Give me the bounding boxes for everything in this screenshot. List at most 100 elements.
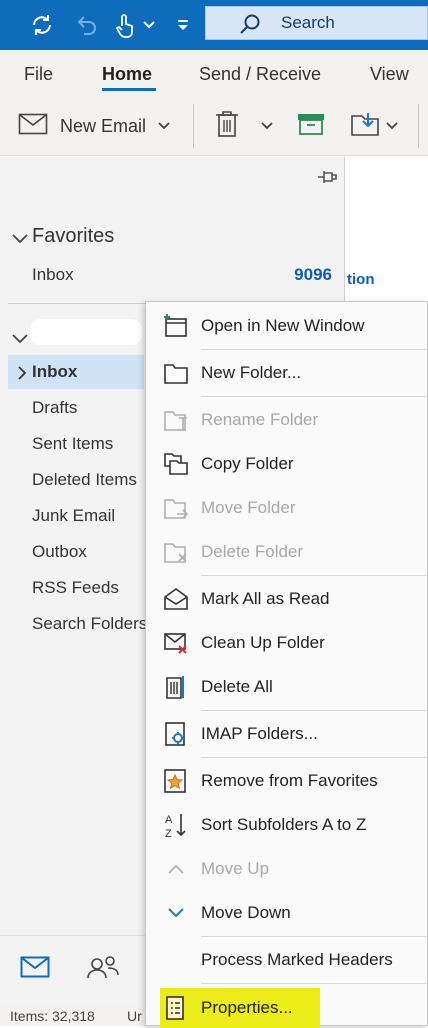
tab-home[interactable]: Home [102, 64, 152, 85]
folder-drafts[interactable]: Drafts [32, 398, 77, 418]
folder-inbox[interactable]: Inbox [32, 362, 77, 382]
properties-icon [162, 994, 190, 1022]
mail-icon[interactable] [20, 956, 50, 983]
menu-sort-subfolders[interactable]: AZ Sort Subfolders A to Z [146, 805, 428, 845]
active-tab-indicator [102, 88, 156, 91]
svg-text:Z: Z [165, 828, 172, 839]
menu-label: Properties... [201, 998, 293, 1017]
folder-search-folders[interactable]: Search Folders [32, 614, 147, 634]
menu-clean-up-folder[interactable]: Clean Up Folder [146, 623, 428, 663]
new-email-button[interactable]: New Email [18, 110, 170, 142]
menu-label: Open in New Window [201, 316, 365, 335]
menu-separator [201, 575, 428, 576]
folder-outbox[interactable]: Outbox [32, 542, 87, 562]
search-label: Search [281, 13, 335, 32]
chevron-down-icon [162, 899, 190, 927]
open-new-window-icon [162, 312, 190, 340]
move-button[interactable] [350, 110, 398, 142]
menu-label: IMAP Folders... [201, 724, 318, 743]
favorites-header[interactable]: Favorites [32, 225, 114, 248]
menu-label: Delete All [201, 677, 273, 696]
delete-all-icon [162, 673, 190, 701]
move-folder-icon [162, 494, 190, 522]
menu-label: Move Up [201, 859, 270, 878]
menu-separator [201, 349, 428, 350]
trash-icon [214, 109, 240, 144]
archive-icon [296, 112, 326, 141]
chevron-down-icon[interactable] [158, 117, 170, 135]
menu-copy-folder[interactable]: Copy Folder [146, 444, 428, 484]
menu-separator [201, 936, 428, 937]
folder-context-menu: Open in New Window New Folder... Rename … [145, 301, 428, 1028]
menu-open-in-new-window[interactable]: Open in New Window [146, 306, 428, 346]
menu-rename-folder[interactable]: Rename Folder [146, 400, 428, 440]
ribbon-tabs: File Home Send / Receive View [0, 50, 428, 96]
new-folder-icon [162, 359, 190, 387]
mark-read-icon [162, 585, 190, 613]
folder-rss-feeds[interactable]: RSS Feeds [32, 578, 119, 598]
menu-separator [201, 757, 428, 758]
chevron-up-icon [162, 855, 190, 883]
unread-status: Ur [127, 1008, 142, 1024]
delete-button[interactable] [214, 110, 240, 142]
tab-send-receive[interactable]: Send / Receive [199, 64, 321, 85]
menu-move-down[interactable]: Move Down [146, 893, 428, 933]
search-icon [238, 13, 262, 42]
chevron-down-icon[interactable] [386, 117, 398, 135]
tab-view[interactable]: View [370, 64, 409, 85]
menu-process-marked-headers[interactable]: Process Marked Headers [146, 940, 428, 980]
chevron-right-icon[interactable] [17, 366, 27, 385]
folder-sent-items[interactable]: Sent Items [32, 434, 113, 454]
chevron-down-icon[interactable] [261, 110, 273, 142]
pin-icon[interactable] [316, 167, 338, 192]
favorites-inbox[interactable]: Inbox [32, 265, 74, 285]
chevron-down-icon[interactable] [12, 231, 28, 249]
delete-folder-icon [162, 538, 190, 566]
folder-junk-email[interactable]: Junk Email [32, 506, 115, 526]
touch-mode-icon[interactable] [112, 8, 138, 42]
mail-icon [18, 113, 48, 140]
item-count: Items: 32,318 [10, 1008, 95, 1024]
chevron-down-icon[interactable] [12, 331, 28, 349]
menu-move-up[interactable]: Move Up [146, 849, 428, 889]
menu-label: Remove from Favorites [201, 771, 378, 790]
menu-label: Mark All as Read [201, 589, 330, 608]
menu-separator [201, 983, 428, 984]
tab-file[interactable]: File [24, 64, 53, 85]
menu-imap-folders[interactable]: IMAP Folders... [146, 714, 428, 754]
menu-label: Delete Folder [201, 542, 304, 561]
move-to-folder-icon [350, 111, 382, 142]
menu-label: Sort Subfolders A to Z [201, 815, 367, 834]
menu-properties[interactable]: Properties... [146, 988, 428, 1028]
menu-label: Rename Folder [201, 410, 319, 429]
rename-folder-icon [162, 406, 190, 434]
ribbon: New Email [0, 96, 428, 156]
quick-access-icon[interactable] [172, 8, 194, 42]
folder-deleted-items[interactable]: Deleted Items [32, 470, 137, 490]
menu-separator [201, 396, 428, 397]
clean-up-icon [162, 629, 190, 657]
menu-label: New Folder... [201, 363, 302, 382]
undo-icon[interactable] [72, 8, 102, 42]
sort-a-to-z-icon: AZ [162, 811, 190, 839]
menu-delete-all[interactable]: Delete All [146, 667, 428, 707]
archive-button[interactable] [296, 110, 326, 142]
svg-text:A: A [165, 814, 173, 826]
peek-text: tion [347, 271, 375, 288]
favorites-star-icon [162, 767, 190, 795]
message-list-peek: tion [345, 157, 428, 307]
people-icon[interactable] [86, 954, 120, 985]
redacted-account-name [30, 319, 142, 345]
menu-new-folder[interactable]: New Folder... [146, 353, 428, 393]
chevron-down-icon[interactable] [140, 8, 158, 42]
ribbon-separator [418, 104, 419, 148]
sync-icon[interactable] [26, 8, 58, 42]
menu-delete-folder[interactable]: Delete Folder [146, 532, 428, 572]
search-box[interactable]: Search [205, 6, 428, 40]
menu-mark-all-as-read[interactable]: Mark All as Read [146, 579, 428, 619]
menu-separator [201, 710, 428, 711]
title-bar: Search [0, 0, 428, 50]
menu-remove-from-favorites[interactable]: Remove from Favorites [146, 761, 428, 801]
menu-move-folder[interactable]: Move Folder [146, 488, 428, 528]
menu-label: Clean Up Folder [201, 633, 325, 652]
